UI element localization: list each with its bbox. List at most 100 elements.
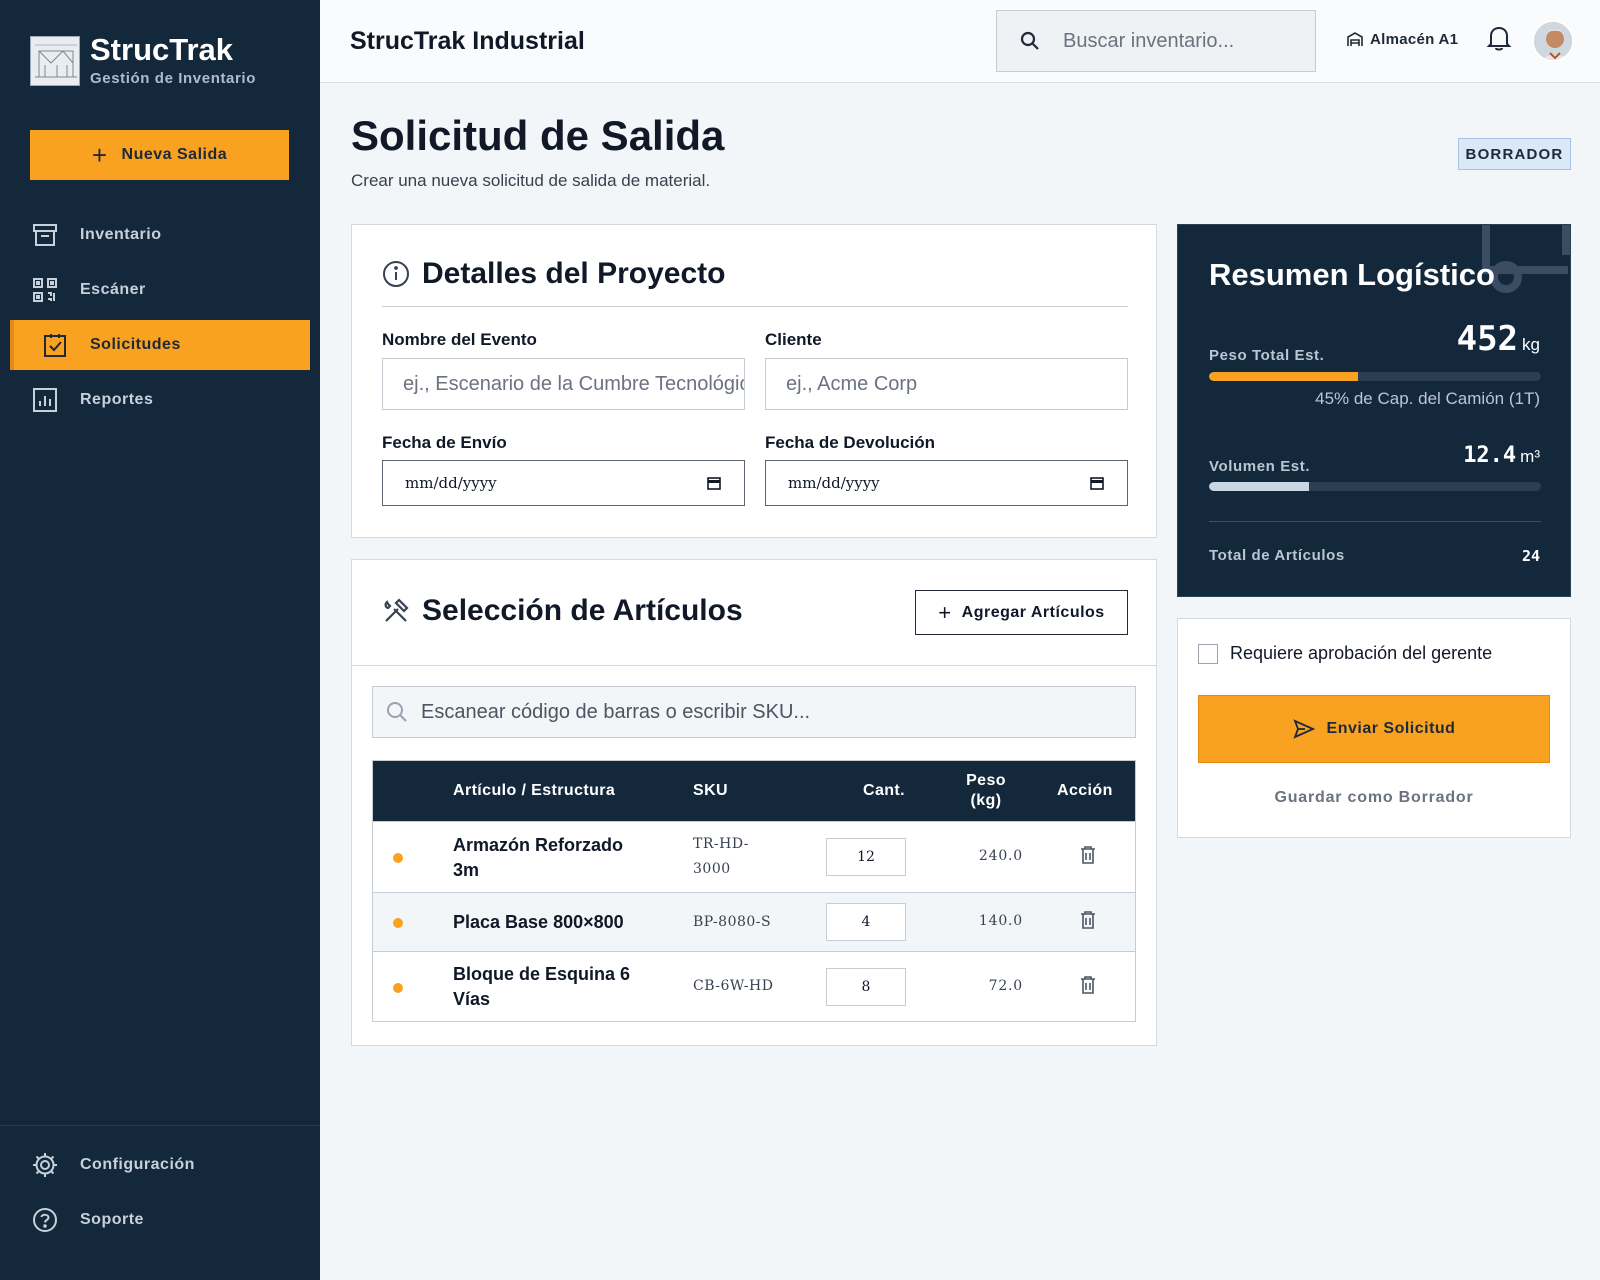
send-icon xyxy=(1292,719,1315,739)
item-selection-title-text: Selección de Artículos xyxy=(422,594,743,627)
brand-name: StrucTrak xyxy=(90,32,234,67)
weight-number: 452 xyxy=(1456,319,1519,359)
search-icon xyxy=(373,700,421,724)
capacity-note: 45% de Cap. del Camión (1T) xyxy=(1315,389,1540,408)
sidebar-item-label: Solicitudes xyxy=(90,336,181,353)
brand-subtitle: Gestión de Inventario xyxy=(90,70,256,87)
sku-scan-input[interactable] xyxy=(421,700,1121,724)
table-row[interactable]: Bloque de Esquina 6 Vías CB-6W-HD 8 72.0 xyxy=(373,951,1135,1021)
submit-request-button[interactable]: Enviar Solicitud xyxy=(1198,695,1550,763)
user-avatar[interactable] xyxy=(1532,20,1574,62)
weight-label: Peso Total Est. xyxy=(1209,347,1325,364)
tools-icon xyxy=(382,597,410,625)
volume-number: 12.4 xyxy=(1463,443,1517,468)
client-label: Cliente xyxy=(765,330,822,349)
logistics-summary-card: Resumen Logístico Peso Total Est. 452 kg … xyxy=(1177,224,1571,597)
weight-progress-fill xyxy=(1209,372,1359,381)
total-items-label: Total de Artículos xyxy=(1209,547,1345,564)
actions-card: Requiere aprobación del gerente Enviar S… xyxy=(1177,618,1571,838)
volume-unit: m³ xyxy=(1520,447,1540,466)
sidebar-item-label: Escáner xyxy=(80,281,146,298)
project-details-title-text: Detalles del Proyecto xyxy=(422,257,726,290)
qr-code-icon xyxy=(32,277,58,303)
quantity-input[interactable]: 8 xyxy=(826,968,906,1006)
calendar-icon[interactable] xyxy=(1089,475,1105,491)
plus-icon: + xyxy=(91,140,108,170)
sidebar-item-soporte[interactable]: Soporte xyxy=(0,1195,320,1245)
column-header-name: Artículo / Estructura xyxy=(453,782,616,799)
new-exit-button[interactable]: + Nueva Salida xyxy=(30,130,289,180)
table-header: Artículo / Estructura SKU Cant. Peso (kg… xyxy=(373,761,1135,821)
volume-progress-fill xyxy=(1209,482,1309,491)
app-title: StrucTrak Industrial xyxy=(350,27,585,55)
client-input[interactable] xyxy=(786,372,1127,396)
quantity-input[interactable]: 4 xyxy=(826,903,906,941)
ship-date-label: Fecha de Envío xyxy=(382,433,507,452)
warehouse-icon xyxy=(1347,32,1363,46)
item-sku: CB-6W-HD xyxy=(693,978,774,994)
event-name-input[interactable] xyxy=(403,372,744,396)
client-field[interactable] xyxy=(765,358,1128,410)
sidebar-item-inventario[interactable]: Inventario xyxy=(0,210,320,260)
event-name-field[interactable] xyxy=(382,358,745,410)
item-weight: 72.0 xyxy=(988,978,1023,994)
search-input[interactable] xyxy=(1063,29,1303,53)
trash-icon[interactable] xyxy=(1079,975,1097,995)
sidebar-item-label: Configuración xyxy=(80,1156,195,1173)
event-name-label: Nombre del Evento xyxy=(382,330,537,349)
summary-divider xyxy=(1209,521,1541,522)
clipboard-check-icon xyxy=(42,332,68,358)
item-sku: BP-8080-S xyxy=(693,914,772,930)
item-weight: 140.0 xyxy=(978,913,1023,929)
sku-scan-field[interactable] xyxy=(372,686,1136,738)
ship-date-placeholder: mm/dd/yyyy xyxy=(405,474,497,492)
sidebar-item-escaner[interactable]: Escáner xyxy=(0,265,320,315)
search-box[interactable] xyxy=(996,10,1316,72)
total-items-value: 24 xyxy=(1521,547,1540,565)
status-dot xyxy=(393,918,403,928)
warehouse-selector[interactable]: Almacén A1 xyxy=(1346,30,1458,48)
items-table: Artículo / Estructura SKU Cant. Peso (kg… xyxy=(372,760,1136,1022)
notifications-bell-icon[interactable] xyxy=(1486,24,1512,57)
column-header-qty: Cant. xyxy=(863,782,905,799)
item-selection-card: Selección de Artículos + Agregar Artícul… xyxy=(351,559,1157,1046)
quantity-input[interactable]: 12 xyxy=(826,838,906,876)
page-title: Solicitud de Salida xyxy=(351,112,725,159)
section-divider xyxy=(352,665,1156,666)
volume-progress-bar xyxy=(1209,482,1541,491)
trash-icon[interactable] xyxy=(1079,910,1097,930)
return-date-input[interactable]: mm/dd/yyyy xyxy=(765,460,1128,506)
table-row[interactable]: Placa Base 800×800 BP-8080-S 4 140.0 xyxy=(373,892,1135,951)
sidebar: StrucTrak Gestión de Inventario + Nueva … xyxy=(0,0,320,1280)
column-header-sku: SKU xyxy=(693,782,728,799)
item-name: Bloque de Esquina 6 Vías xyxy=(453,964,631,1009)
submit-request-label: Enviar Solicitud xyxy=(1326,720,1456,737)
save-draft-link[interactable]: Guardar como Borrador xyxy=(1178,789,1570,807)
column-header-action: Acción xyxy=(1057,782,1113,799)
project-details-card: Detalles del Proyecto Nombre del Evento … xyxy=(351,224,1157,538)
volume-value: 12.4 m³ xyxy=(1463,443,1540,468)
sidebar-item-solicitudes[interactable]: Solicitudes xyxy=(10,320,310,370)
manager-approval-checkbox[interactable] xyxy=(1198,643,1218,664)
section-divider xyxy=(382,306,1128,307)
info-icon xyxy=(382,260,410,288)
trash-icon[interactable] xyxy=(1079,845,1097,865)
status-dot xyxy=(393,983,403,993)
table-row[interactable]: Armazón Reforzado 3m TR-HD-3000 12 240.0 xyxy=(373,821,1135,892)
ship-date-input[interactable]: mm/dd/yyyy xyxy=(382,460,745,506)
manager-approval-row[interactable]: Requiere aprobación del gerente xyxy=(1198,643,1492,664)
calendar-icon[interactable] xyxy=(706,475,722,491)
return-date-label: Fecha de Devolución xyxy=(765,433,936,452)
sidebar-item-label: Reportes xyxy=(80,391,154,408)
summary-title: Resumen Logístico xyxy=(1209,257,1495,292)
sidebar-item-label: Inventario xyxy=(80,226,162,243)
sidebar-item-label: Soporte xyxy=(80,1211,144,1228)
page-subtitle: Crear una nueva solicitud de salida de m… xyxy=(351,171,711,190)
sidebar-item-reportes[interactable]: Reportes xyxy=(0,375,320,425)
status-dot xyxy=(393,853,403,863)
sidebar-item-configuracion[interactable]: Configuración xyxy=(0,1140,320,1190)
brand[interactable]: StrucTrak Gestión de Inventario xyxy=(30,34,256,87)
weight-value: 452 kg xyxy=(1457,319,1540,359)
search-icon xyxy=(997,30,1063,52)
add-items-button[interactable]: + Agregar Artículos xyxy=(915,590,1128,635)
